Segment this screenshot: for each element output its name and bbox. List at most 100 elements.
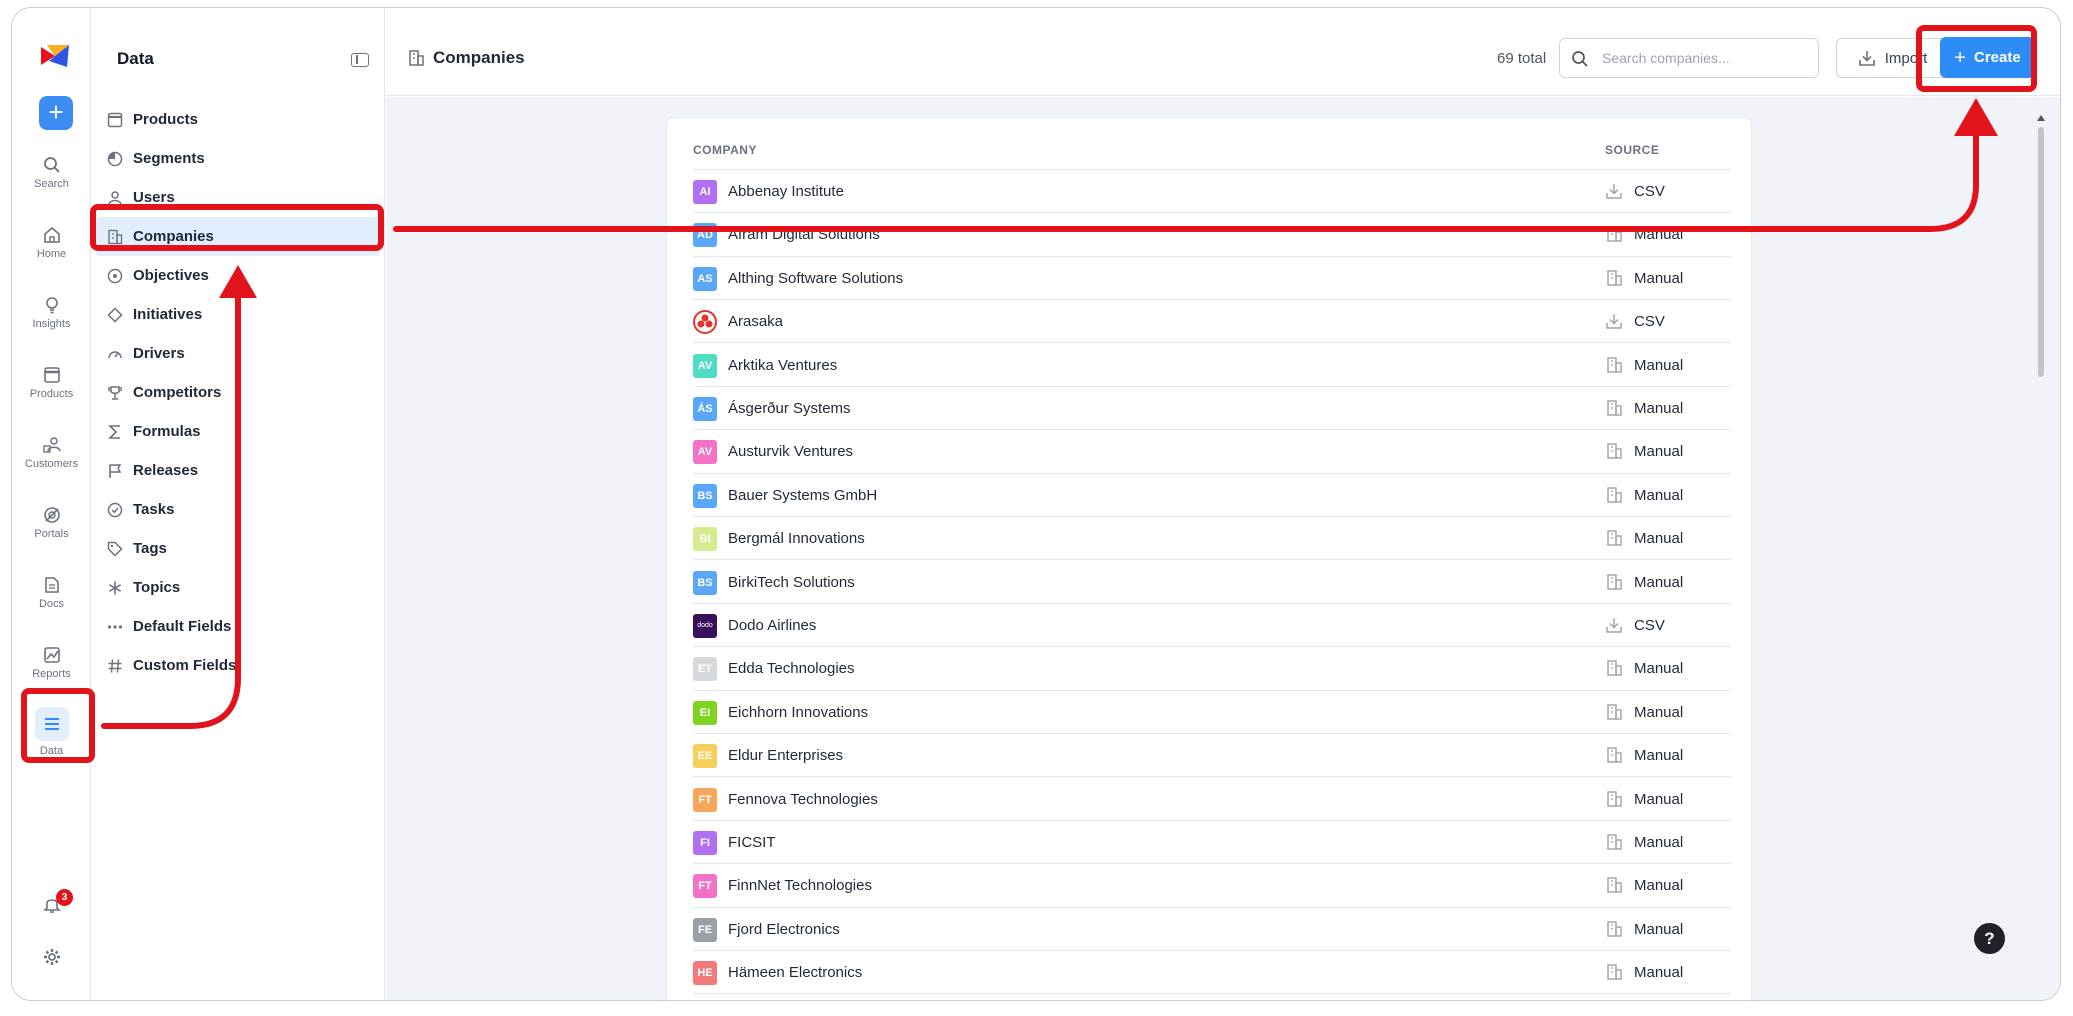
table-row[interactable]: dodo Dodo Airlines CSV [693,604,1731,648]
rail-item-products[interactable]: Products [12,366,91,400]
company-name[interactable]: Dodo Airlines [728,617,816,634]
rail-item-label: Docs [38,598,65,610]
help-button[interactable]: ? [1974,923,2005,954]
sidebar-item-companies[interactable]: Companies [96,217,380,256]
sidebar-item-competitors[interactable]: Competitors [92,373,384,412]
table-row[interactable]: FT FinnNet Technologies Manual [693,864,1731,908]
table-row[interactable]: ÁS Ásgerður Systems Manual [693,387,1731,431]
table-row[interactable]: BS Bauer Systems GmbH Manual [693,474,1731,518]
table-row[interactable]: FT Fennova Technologies Manual [693,778,1731,821]
table-row[interactable]: HE Hämeen Electronics Manual [693,951,1731,995]
sidebar-item-releases[interactable]: Releases [92,451,384,490]
dots-icon [106,618,124,636]
rail-item-data[interactable]: Data [12,707,91,757]
company-source: Manual [1634,400,1684,417]
table-row[interactable]: BS BirkiTech Solutions Manual [693,561,1731,604]
building-icon [1605,659,1623,682]
table-row[interactable]: AV Austurvik Ventures Manual [693,430,1731,474]
table-row[interactable]: EI Eichhorn Innovations Manual [693,691,1731,735]
settings-button[interactable] [12,948,91,966]
table-row[interactable]: AI Abbenay Institute CSV [693,170,1731,214]
company-name[interactable]: Arktika Ventures [728,357,837,374]
table-row[interactable]: ET Edda Technologies Manual [693,647,1731,691]
scrollbar[interactable] [2036,115,2046,999]
rail-item-customers[interactable]: Customers [12,436,91,470]
rail-item-search[interactable]: Search [12,156,91,190]
table-row[interactable]: FI FICSIT Manual [693,821,1731,865]
company-avatar: EI [693,700,717,725]
check-circle-icon [106,501,124,519]
table-row[interactable]: EE Eldur Enterprises Manual [693,734,1731,778]
company-source: CSV [1634,183,1665,200]
company-name[interactable]: Hämeen Electronics [728,964,862,981]
rail-item-docs[interactable]: Docs [12,576,91,610]
rail-item-insights[interactable]: Insights [12,296,91,330]
rail-item-portals[interactable]: Portals [12,506,91,540]
sidebar-item-objectives[interactable]: Objectives [92,256,384,295]
app-logo-icon[interactable] [41,45,69,67]
table-row[interactable]: Arasaka CSV [693,300,1731,344]
search-input[interactable] [1602,47,1807,69]
sidebar-item-topics[interactable]: Topics [92,568,384,607]
sidebar-item-products[interactable]: Products [92,100,384,139]
pie-icon [106,150,124,168]
company-name[interactable]: Althing Software Solutions [728,270,903,287]
company-name[interactable]: FICSIT [728,834,776,851]
company-name[interactable]: FinnNet Technologies [728,877,872,894]
rail-item-label: Customers [24,458,79,470]
sidebar-item-initiatives[interactable]: Initiatives [92,295,384,334]
sidebar-item-custom-fields[interactable]: Custom Fields [92,646,384,685]
rail-item-label: Insights [32,318,71,330]
column-header-source[interactable]: SOURCE [1605,143,1659,157]
company-name[interactable]: Fennova Technologies [728,791,878,808]
company-source: Manual [1634,790,1684,808]
company-name[interactable]: Austurvik Ventures [728,443,853,460]
company-source: Manual [1634,703,1684,721]
company-name[interactable]: Ásgerður Systems [728,400,851,417]
quick-add-button[interactable]: + [39,96,73,130]
company-name[interactable]: BirkiTech Solutions [728,574,855,591]
sidebar-item-label: Tasks [133,501,175,518]
rail-item-home[interactable]: Home [12,226,91,260]
company-source: CSV [1634,617,1665,634]
company-avatar: AV [693,353,717,378]
column-header-company[interactable]: COMPANY [693,143,757,157]
rail-item-reports[interactable]: Reports [12,646,91,680]
sidebar-item-tasks[interactable]: Tasks [92,490,384,529]
table-row[interactable]: BI Bergmál Innovations Manual [693,517,1731,561]
scroll-thumb[interactable] [2038,127,2044,377]
company-name[interactable]: Bauer Systems GmbH [728,487,877,504]
sidebar-item-label: Segments [133,150,205,167]
sidebar-item-segments[interactable]: Segments [92,139,384,178]
sidebar-item-users[interactable]: Users [92,178,384,217]
import-button[interactable]: Import [1836,38,1949,78]
company-name[interactable]: Fjord Electronics [728,921,840,938]
company-name[interactable]: Abbenay Institute [728,183,844,200]
table-row[interactable]: AD Afram Digital Solutions Manual [693,213,1731,257]
company-name[interactable]: Edda Technologies [728,660,855,677]
building-icon [1605,920,1623,943]
sidebar-item-drivers[interactable]: Drivers [92,334,384,373]
download-icon [1605,182,1623,205]
rail-item-label: Reports [32,668,71,680]
scroll-up-arrow-icon[interactable] [2037,115,2045,121]
company-name[interactable]: Eldur Enterprises [728,747,843,764]
table-row[interactable]: FE Fjord Electronics Manual [693,908,1731,952]
company-name[interactable]: Eichhorn Innovations [728,704,868,721]
table-row[interactable]: AS Althing Software Solutions Manual [693,257,1731,301]
sidebar-item-formulas[interactable]: Formulas [92,412,384,451]
company-name[interactable]: Bergmál Innovations [728,530,865,547]
company-source: Manual [1634,226,1684,244]
sidebar-item-tags[interactable]: Tags [92,529,384,568]
company-name[interactable]: Afram Digital Solutions [728,226,880,243]
notification-count-badge: 3 [56,889,73,906]
sidebar-collapse-icon[interactable] [351,53,369,67]
create-button[interactable]: + Create [1940,37,2035,78]
company-name[interactable]: Arasaka [728,313,783,330]
table-row[interactable]: AV Arktika Ventures Manual [693,344,1731,387]
sidebar-item-label: Initiatives [133,306,203,323]
sidebar-item-default-fields[interactable]: Default Fields [92,607,384,646]
rail-item-label: Data [39,745,64,757]
company-avatar: AV [693,440,717,465]
notifications-button[interactable]: 3 [12,889,91,913]
